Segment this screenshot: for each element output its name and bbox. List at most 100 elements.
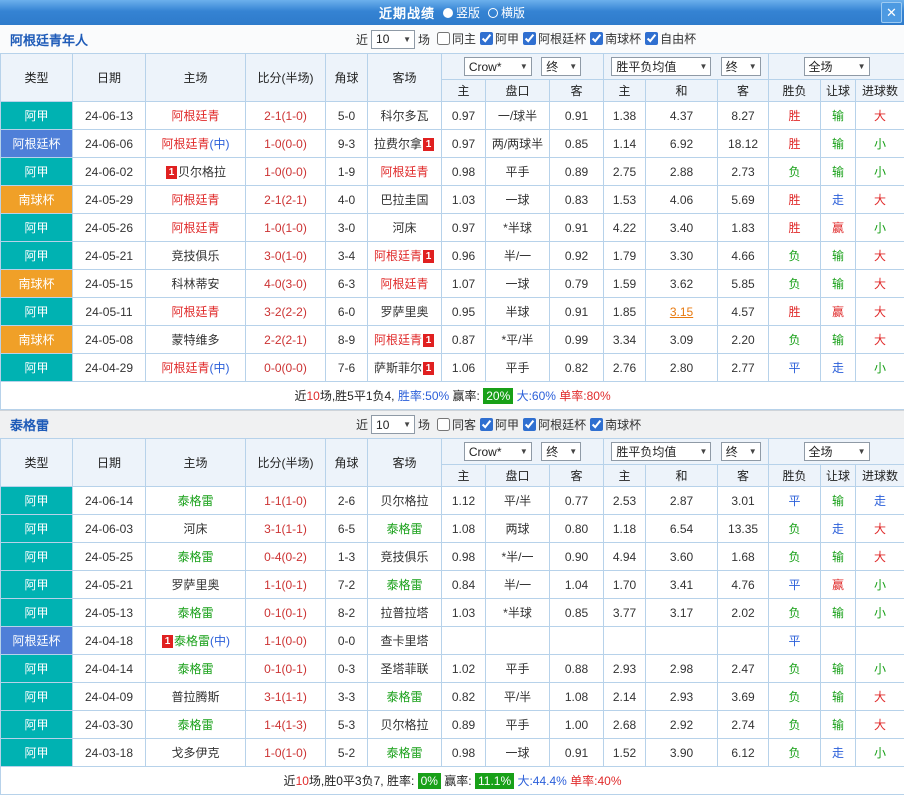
league-checkbox-1[interactable]: 阿甲 bbox=[480, 416, 519, 433]
match-count-select[interactable]: 10 ▼ bbox=[371, 30, 415, 49]
bookmaker-select[interactable]: Crow*▼ bbox=[464, 442, 532, 461]
column-header-date: 日期 bbox=[73, 439, 146, 487]
league-checkbox-2[interactable]: 阿根廷杯 bbox=[523, 30, 586, 47]
score-cell: 3-0(1-0) bbox=[246, 242, 326, 270]
away-team-cell[interactable]: 泰格雷 bbox=[368, 683, 442, 711]
team-name: 科林蒂安 bbox=[171, 277, 219, 291]
checkbox-input[interactable] bbox=[437, 32, 450, 45]
home-team-cell[interactable]: 科林蒂安 bbox=[146, 270, 246, 298]
home-team-cell[interactable]: 阿根廷青 bbox=[146, 298, 246, 326]
league-checkbox-2[interactable]: 阿根廷杯 bbox=[523, 416, 586, 433]
europe-state-select[interactable]: 终▼ bbox=[721, 442, 761, 461]
away-team-cell[interactable]: 阿根廷青 bbox=[368, 158, 442, 186]
home-team-cell[interactable]: 罗萨里奥 bbox=[146, 571, 246, 599]
europe-state-select[interactable]: 终▼ bbox=[721, 57, 761, 76]
away-team-cell[interactable]: 泰格雷 bbox=[368, 739, 442, 767]
europe-odds-select[interactable]: 胜平负均值▼ bbox=[611, 442, 711, 461]
checkbox-input[interactable] bbox=[437, 418, 450, 431]
handicap-line: 一球 bbox=[486, 270, 550, 298]
checkbox-input[interactable] bbox=[523, 32, 536, 45]
checkbox-input[interactable] bbox=[590, 418, 603, 431]
scope-select[interactable]: 全场▼ bbox=[804, 57, 870, 76]
bookmaker-state-select[interactable]: 终▼ bbox=[541, 57, 581, 76]
home-team-cell[interactable]: 1泰格雷(中) bbox=[146, 627, 246, 655]
summary-part: 场,胜0平3负7, bbox=[309, 774, 387, 788]
titlebar: 近期战绩 竖版 横版 ✕ bbox=[0, 0, 904, 25]
summary-part: 大:60% bbox=[513, 389, 556, 403]
scope-select[interactable]: 全场▼ bbox=[804, 442, 870, 461]
handicap-odds-home: 1.03 bbox=[442, 186, 486, 214]
league-badge: 阿甲 bbox=[1, 515, 73, 543]
match-count-select[interactable]: 10 ▼ bbox=[371, 415, 415, 434]
bookmaker-state-select[interactable]: 终▼ bbox=[541, 442, 581, 461]
away-team-cell[interactable]: 查卡里塔 bbox=[368, 627, 442, 655]
league-checkbox-1[interactable]: 阿甲 bbox=[480, 30, 519, 47]
home-team-cell[interactable]: 泰格雷 bbox=[146, 543, 246, 571]
away-team-cell[interactable]: 拉普拉塔 bbox=[368, 599, 442, 627]
checkbox-input[interactable] bbox=[645, 32, 658, 45]
home-team-cell[interactable]: 竞技俱乐 bbox=[146, 242, 246, 270]
league-checkbox-3[interactable]: 南球杯 bbox=[590, 416, 641, 433]
checkbox-input[interactable] bbox=[480, 418, 493, 431]
away-team-cell[interactable]: 圣塔菲联 bbox=[368, 655, 442, 683]
home-team-cell[interactable]: 阿根廷青 bbox=[146, 186, 246, 214]
away-team-cell[interactable]: 竞技俱乐 bbox=[368, 543, 442, 571]
away-team-cell[interactable]: 阿根廷青1 bbox=[368, 242, 442, 270]
away-team-cell[interactable]: 泰格雷 bbox=[368, 515, 442, 543]
away-team-cell[interactable]: 罗萨里奥 bbox=[368, 298, 442, 326]
home-team-cell[interactable]: 普拉腾斯 bbox=[146, 683, 246, 711]
away-team-cell[interactable]: 贝尔格拉 bbox=[368, 487, 442, 515]
handicap-result-cell: 赢 bbox=[821, 571, 856, 599]
handicap-result-cell: 走 bbox=[821, 354, 856, 382]
score-cell: 2-1(2-1) bbox=[246, 186, 326, 214]
away-team-cell[interactable]: 拉费尔拿1 bbox=[368, 130, 442, 158]
score-cell: 4-0(3-0) bbox=[246, 270, 326, 298]
handicap-line: 平/半 bbox=[486, 683, 550, 711]
team-section: 阿根廷青年人 近 10 ▼ 场 同主阿甲阿根廷杯南球杯自由杯 类型 日期 主场 bbox=[0, 25, 904, 410]
result-cell: 负 bbox=[769, 270, 821, 298]
league-checkbox-0[interactable]: 同客 bbox=[437, 416, 476, 433]
home-team-cell[interactable]: 阿根廷青(中) bbox=[146, 130, 246, 158]
corners-cell: 5-3 bbox=[326, 711, 368, 739]
home-team-cell[interactable]: 河床 bbox=[146, 515, 246, 543]
home-team-cell[interactable]: 1贝尔格拉 bbox=[146, 158, 246, 186]
close-button[interactable]: ✕ bbox=[881, 2, 902, 23]
odds-draw: 2.93 bbox=[646, 683, 718, 711]
home-team-cell[interactable]: 阿根廷青(中) bbox=[146, 354, 246, 382]
corners-cell: 3-4 bbox=[326, 242, 368, 270]
checkbox-input[interactable] bbox=[590, 32, 603, 45]
league-checkbox-0[interactable]: 同主 bbox=[437, 30, 476, 47]
games-label: 场 bbox=[418, 31, 430, 48]
home-team-cell[interactable]: 泰格雷 bbox=[146, 711, 246, 739]
away-team-cell[interactable]: 萨斯菲尔1 bbox=[368, 354, 442, 382]
home-team-cell[interactable]: 阿根廷青 bbox=[146, 102, 246, 130]
league-checkbox-3[interactable]: 南球杯 bbox=[590, 30, 641, 47]
home-team-cell[interactable]: 泰格雷 bbox=[146, 599, 246, 627]
away-team-cell[interactable]: 阿根廷青1 bbox=[368, 326, 442, 354]
away-team-cell[interactable]: 科尔多瓦 bbox=[368, 102, 442, 130]
odds-draw[interactable]: 3.15 bbox=[646, 298, 718, 326]
corners-cell: 6-5 bbox=[326, 515, 368, 543]
summary-part: 胜率:50% bbox=[398, 389, 449, 403]
away-team-cell[interactable]: 贝尔格拉 bbox=[368, 711, 442, 739]
bookmaker-select[interactable]: Crow*▼ bbox=[464, 57, 532, 76]
result-cell: 胜 bbox=[769, 130, 821, 158]
away-team-cell[interactable]: 阿根廷青 bbox=[368, 270, 442, 298]
home-team-cell[interactable]: 泰格雷 bbox=[146, 655, 246, 683]
league-checkbox-4[interactable]: 自由杯 bbox=[645, 30, 696, 47]
home-team-cell[interactable]: 戈多伊克 bbox=[146, 739, 246, 767]
score-cell: 0-1(0-1) bbox=[246, 655, 326, 683]
layout-radio-horizontal[interactable]: 横版 bbox=[488, 4, 525, 21]
checkbox-input[interactable] bbox=[480, 32, 493, 45]
home-team-cell[interactable]: 蒙特维多 bbox=[146, 326, 246, 354]
handicap-line: 两球 bbox=[486, 515, 550, 543]
checkbox-input[interactable] bbox=[523, 418, 536, 431]
match-row: 阿甲24-06-13阿根廷青2-1(1-0)5-0科尔多瓦0.97一/球半0.9… bbox=[1, 102, 904, 130]
home-team-cell[interactable]: 阿根廷青 bbox=[146, 214, 246, 242]
europe-odds-select[interactable]: 胜平负均值▼ bbox=[611, 57, 711, 76]
layout-radio-vertical[interactable]: 竖版 bbox=[443, 4, 480, 21]
home-team-cell[interactable]: 泰格雷 bbox=[146, 487, 246, 515]
away-team-cell[interactable]: 河床 bbox=[368, 214, 442, 242]
away-team-cell[interactable]: 巴拉圭国 bbox=[368, 186, 442, 214]
away-team-cell[interactable]: 泰格雷 bbox=[368, 571, 442, 599]
